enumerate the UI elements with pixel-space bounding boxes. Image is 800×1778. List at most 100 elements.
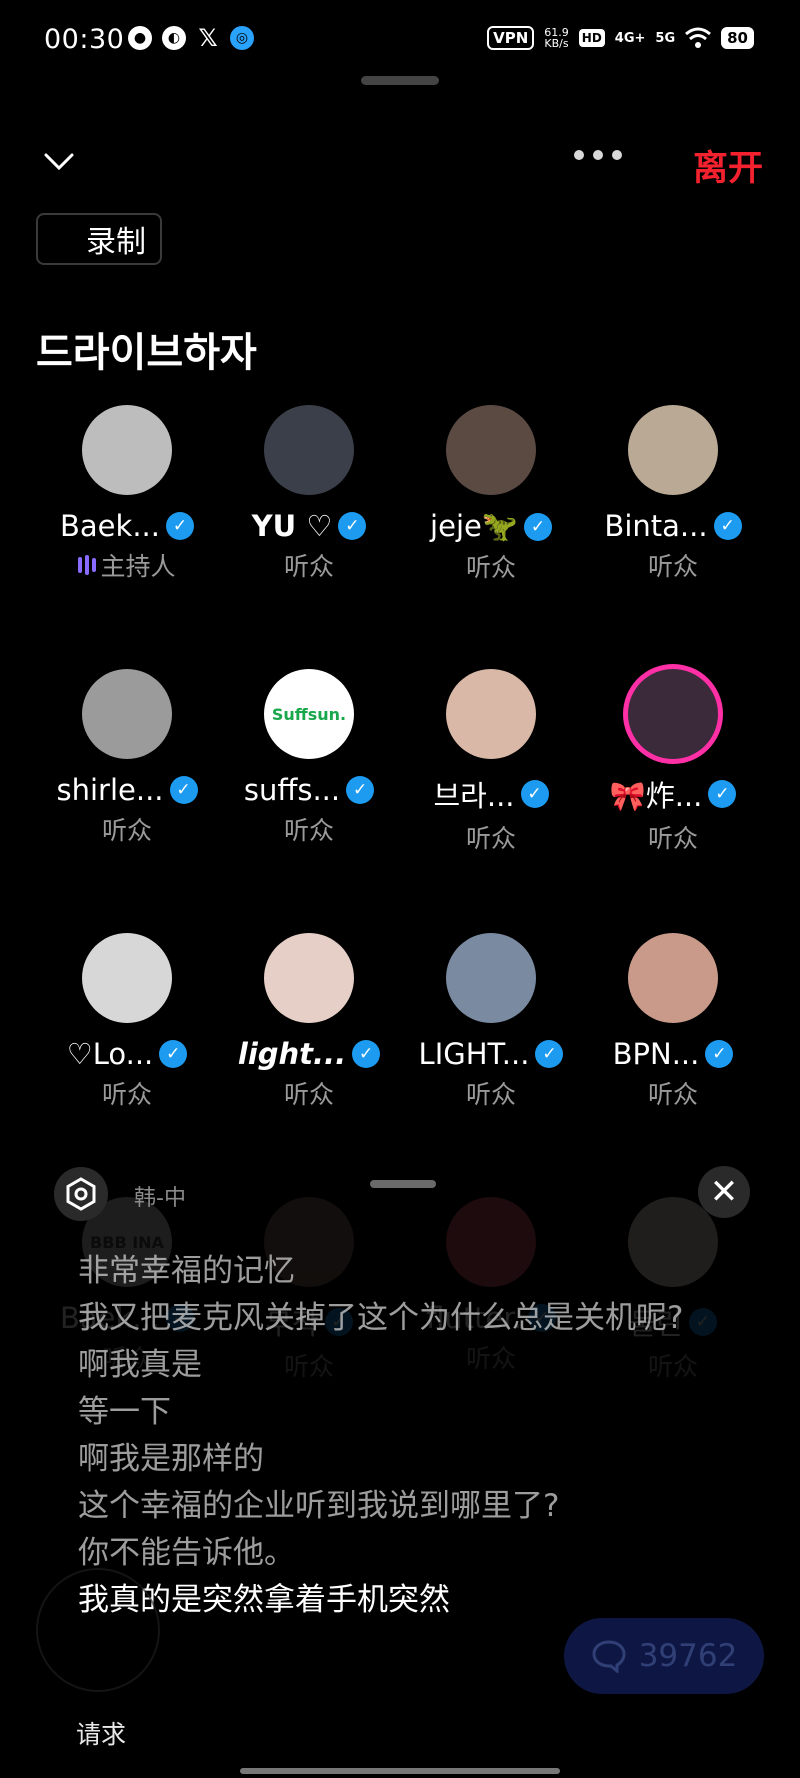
verified-badge-icon: ✓ (338, 512, 367, 540)
participant-role: 听众 (400, 1075, 582, 1111)
participant-card[interactable]: Suffsun. suffs... ✓ 听众 (218, 669, 400, 847)
participant-name-row: Binta... ✓ (582, 509, 764, 543)
participant-name: jeje🦖 (430, 509, 518, 543)
record-button[interactable]: 录制 (36, 213, 162, 265)
avatar: Suffsun. (264, 669, 354, 759)
translate-settings-icon[interactable] (54, 1167, 108, 1221)
participant-name: 🎀炸... (609, 779, 703, 813)
participant-name: 브라... (433, 779, 515, 813)
avatar (628, 405, 718, 495)
browser-notification-icon: ◎ (230, 26, 254, 50)
participant-name-row: LIGHT... ✓ (400, 1037, 582, 1071)
participant-name: light... (237, 1037, 347, 1071)
participant-card[interactable]: LIGHT... ✓ 听众 (400, 933, 582, 1111)
verified-badge-icon: ✓ (159, 1040, 188, 1068)
home-indicator (240, 1768, 560, 1774)
avatar (264, 405, 354, 495)
participant-role: 听众 (582, 1075, 764, 1111)
role-label: 主持人 (100, 552, 176, 581)
avatar (264, 933, 354, 1023)
status-time: 00:30 (44, 24, 125, 55)
participant-name: YU ♡ (251, 509, 333, 543)
space-title: 드라이브하자 (36, 330, 257, 376)
signal-5g-icon: 5G (655, 30, 676, 46)
comment-icon (592, 1640, 626, 1673)
participant-role: 听众 (218, 1075, 400, 1111)
participant-name: Binta... (604, 509, 708, 543)
participant-name: BPN... (612, 1037, 700, 1071)
role-label: 听众 (283, 552, 334, 581)
notification-icons: ● ◐ 𝕏 ◎ (128, 24, 254, 52)
participant-name-row: 🎀炸... ✓ (582, 773, 764, 815)
participant-card[interactable]: Baek... ✓ 主持人 (36, 405, 218, 583)
participant-name-row: BPN... ✓ (582, 1037, 764, 1071)
participant-card[interactable]: 🎀炸... ✓ 听众 (582, 669, 764, 855)
signal-4g-icon: 4G+ (614, 30, 646, 46)
overlay-drag-handle[interactable] (370, 1180, 436, 1188)
participant-card[interactable]: BPN... ✓ 听众 (582, 933, 764, 1111)
verified-badge-icon: ✓ (535, 1040, 564, 1068)
caption-line: 等一下 (78, 1394, 171, 1430)
participant-name-row: YU ♡ ✓ (218, 509, 400, 543)
role-label: 听众 (465, 1080, 516, 1109)
avatar (82, 669, 172, 759)
role-label: 听众 (101, 816, 152, 845)
avatar (82, 933, 172, 1023)
participant-role: 听众 (582, 547, 764, 583)
avatar (446, 405, 536, 495)
more-options-icon[interactable] (574, 150, 622, 160)
role-label: 听众 (647, 552, 698, 581)
status-bar: 00:30 ● ◐ 𝕏 ◎ VPN 61.9 KB/s HD 4G+ 5G 80 (0, 0, 800, 80)
caption-line: 啊我是那样的 (78, 1441, 264, 1477)
bubble-notification-icon: ◐ (162, 26, 186, 50)
avatar (446, 933, 536, 1023)
participant-card[interactable]: Binta... ✓ 听众 (582, 405, 764, 583)
participant-name: shirle... (56, 773, 164, 807)
app-notification-icon: ● (128, 26, 152, 50)
verified-badge-icon: ✓ (352, 1040, 381, 1068)
network-speed: 61.9 KB/s (544, 26, 569, 50)
translation-captions: 非常幸福的记忆 我又把麦克风关掉了这个为什么总是关机呢? 啊我真是 等一下 啊我是那样的… (78, 1248, 738, 1624)
participant-name: suffs... (243, 773, 341, 807)
participant-card[interactable]: jeje🦖 ✓ 听众 (400, 405, 582, 584)
verified-badge-icon: ✓ (713, 512, 742, 540)
participant-name-row: light... ✓ (218, 1037, 400, 1071)
participant-role: 听众 (36, 811, 218, 847)
current-caption-line: 我真的是突然拿着手机突然 (78, 1582, 450, 1618)
comments-button[interactable]: 39762 (564, 1618, 764, 1694)
speaking-indicator-icon (78, 555, 97, 575)
verified-badge-icon: ✓ (346, 776, 375, 804)
avatar (82, 405, 172, 495)
participant-name-row: jeje🦖 ✓ (400, 509, 582, 544)
sheet-drag-handle[interactable] (361, 76, 439, 85)
leave-button[interactable]: 离开 (693, 140, 763, 191)
caption-line: 我又把麦克风关掉了这个为什么总是关机呢? (78, 1300, 684, 1336)
verified-badge-icon: ✓ (523, 512, 552, 541)
x-notification-icon: 𝕏 (198, 24, 218, 52)
participant-card[interactable]: ♡Lo... ✓ 听众 (36, 933, 218, 1111)
participant-name-row: suffs... ✓ (218, 773, 400, 807)
participant-name-row: Baek...✓ (36, 509, 218, 543)
translation-language[interactable]: 韩-中 (134, 1180, 186, 1212)
participant-name-row: ♡Lo... ✓ (36, 1037, 218, 1071)
avatar-logo-text: Suffsun. (271, 704, 347, 724)
avatar (628, 933, 718, 1023)
participant-name-row: shirle... ✓ (36, 773, 218, 807)
participant-role: 听众 (218, 811, 400, 847)
microphone-button[interactable] (36, 1568, 160, 1692)
participant-name-row: 브라... ✓ (400, 773, 582, 815)
participant-role: 听众 (36, 1075, 218, 1111)
close-icon[interactable]: ✕ (698, 1166, 750, 1218)
verified-badge-icon: ✓ (708, 780, 737, 808)
avatar (628, 669, 718, 759)
participant-card[interactable]: light... ✓ 听众 (218, 933, 400, 1111)
participant-name: Baek... (60, 509, 160, 543)
vpn-icon: VPN (487, 26, 535, 50)
participant-card[interactable]: YU ♡ ✓ 听众 (218, 405, 400, 583)
participant-role: 听众 (400, 819, 582, 855)
participant-name: ♡Lo... (66, 1037, 154, 1071)
participant-card[interactable]: shirle... ✓ 听众 (36, 669, 218, 847)
participant-card[interactable]: 브라... ✓ 听众 (400, 669, 582, 855)
request-button[interactable]: 请求 (76, 1715, 126, 1751)
chevron-down-icon[interactable] (44, 146, 74, 176)
